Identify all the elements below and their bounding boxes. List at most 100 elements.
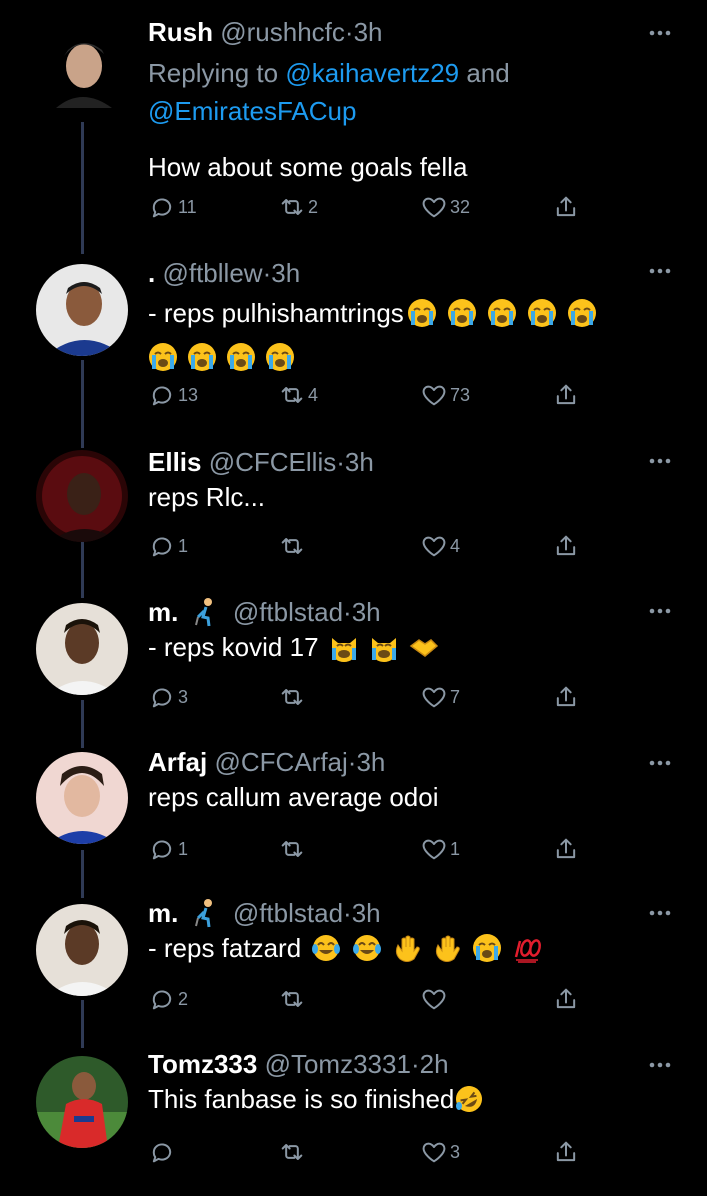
share-button[interactable] <box>552 530 580 562</box>
mention-link[interactable]: @EmiratesFACup <box>148 96 356 126</box>
author-name[interactable]: m. <box>148 898 178 928</box>
timestamp[interactable]: 3h <box>271 258 300 288</box>
avatar[interactable] <box>36 603 128 695</box>
reply-count: 3 <box>178 686 189 707</box>
reply-button[interactable]: 3 <box>148 681 188 713</box>
reply-button[interactable]: 1 <box>148 530 188 562</box>
timestamp[interactable]: 2h <box>420 1049 449 1079</box>
avatar[interactable] <box>36 752 128 844</box>
like-button[interactable] <box>420 983 450 1015</box>
avatar[interactable] <box>36 1056 128 1148</box>
reply-button[interactable]: 11 <box>148 191 197 223</box>
author-handle[interactable]: @rushhcfc <box>220 17 345 47</box>
retweet-button[interactable] <box>278 681 308 713</box>
reply-icon <box>152 990 172 1010</box>
tweet-actions: 1 1 <box>148 833 588 865</box>
author-name[interactable]: m. <box>148 597 178 627</box>
author-name[interactable]: Arfaj <box>148 747 207 777</box>
reply-count: 11 <box>178 196 197 217</box>
author-handle[interactable]: @Tomz3331 <box>265 1049 411 1079</box>
share-icon <box>556 535 576 556</box>
share-icon <box>556 988 576 1009</box>
more-icon[interactable] <box>649 608 671 614</box>
share-button[interactable] <box>552 983 580 1015</box>
author-name[interactable]: . <box>148 258 155 288</box>
tweet-actions: 1 4 <box>148 530 588 562</box>
share-icon <box>556 384 576 405</box>
retweet-button[interactable] <box>278 983 308 1015</box>
crying-emoji <box>473 934 502 962</box>
share-button[interactable] <box>552 191 580 223</box>
avatar[interactable] <box>42 28 122 108</box>
author-name[interactable]: Rush <box>148 17 213 47</box>
tweet-text-content: - reps fatzard <box>148 933 302 963</box>
tweet-text-content: - reps kovid 17 <box>148 632 319 662</box>
share-button[interactable] <box>552 833 580 865</box>
avatar[interactable] <box>36 904 128 996</box>
crying-emoji <box>487 299 516 327</box>
timestamp[interactable]: 3h <box>352 898 381 928</box>
rolling-laughing-emoji <box>456 1086 483 1112</box>
like-button[interactable]: 3 <box>420 1136 460 1168</box>
author-handle[interactable]: @CFCArfaj <box>214 747 347 777</box>
like-button[interactable]: 1 <box>420 833 460 865</box>
retweet-icon <box>281 538 303 554</box>
author-handle[interactable]: @ftblstad <box>233 898 343 928</box>
more-icon[interactable] <box>649 910 671 916</box>
reply-count: 2 <box>178 988 189 1009</box>
like-icon <box>422 839 446 860</box>
like-button[interactable]: 7 <box>420 681 460 713</box>
author-name[interactable]: Tomz333 <box>148 1049 257 1079</box>
timestamp[interactable]: 3h <box>345 447 374 477</box>
like-button[interactable]: 32 <box>420 191 470 223</box>
more-icon[interactable] <box>649 268 671 274</box>
retweet-button[interactable]: 2 <box>278 191 318 223</box>
tweet-actions: 3 <box>148 1136 588 1168</box>
reply-button[interactable]: 1 <box>148 833 188 865</box>
golfer-emoji <box>194 598 212 627</box>
crying-cat-emoji <box>372 638 396 662</box>
author-handle[interactable]: @ftbllew <box>162 258 262 288</box>
separator: · <box>410 1049 420 1079</box>
thread-line <box>81 700 84 748</box>
retweet-button[interactable] <box>278 1136 308 1168</box>
retweet-button[interactable]: 4 <box>278 379 318 411</box>
author-handle[interactable]: @ftblstad <box>233 597 343 627</box>
reply-button[interactable]: 2 <box>148 983 188 1015</box>
reply-icon <box>152 198 172 218</box>
retweet-icon <box>281 199 303 215</box>
share-button[interactable] <box>552 379 580 411</box>
more-icon[interactable] <box>649 1062 671 1068</box>
author-handle[interactable]: @CFCEllis <box>209 447 337 477</box>
separator: · <box>262 258 272 288</box>
tweet-text: - reps fatzard <box>148 929 647 967</box>
more-icon[interactable] <box>649 458 671 464</box>
more-icon[interactable] <box>649 30 671 36</box>
reply-button[interactable] <box>148 1136 178 1168</box>
avatar[interactable] <box>36 264 128 356</box>
separator: · <box>344 17 354 47</box>
share-icon <box>556 1141 576 1162</box>
tweet-actions: 2 <box>148 983 588 1015</box>
like-button[interactable]: 4 <box>420 530 460 562</box>
timestamp[interactable]: 3h <box>354 17 383 47</box>
crying-emoji <box>266 343 294 371</box>
reply-count: 1 <box>178 535 189 556</box>
crying-emoji <box>227 343 255 371</box>
share-button[interactable] <box>552 681 580 713</box>
like-icon <box>422 536 446 557</box>
timestamp[interactable]: 3h <box>356 747 385 777</box>
avatar[interactable] <box>36 450 128 542</box>
share-button[interactable] <box>552 1136 580 1168</box>
timestamp[interactable]: 3h <box>352 597 381 627</box>
tweet-text: - reps kovid 17 <box>148 628 647 666</box>
tweet-text: - reps pulhishamtrings <box>148 291 647 379</box>
retweet-button[interactable] <box>278 833 308 865</box>
author-name[interactable]: Ellis <box>148 447 201 477</box>
more-icon[interactable] <box>649 760 671 766</box>
mention-link[interactable]: @kaihavertz29 <box>285 58 459 88</box>
retweet-button[interactable] <box>278 530 308 562</box>
like-button[interactable]: 73 <box>420 379 470 411</box>
hundred-points-emoji <box>514 939 541 963</box>
reply-button[interactable]: 13 <box>148 379 198 411</box>
